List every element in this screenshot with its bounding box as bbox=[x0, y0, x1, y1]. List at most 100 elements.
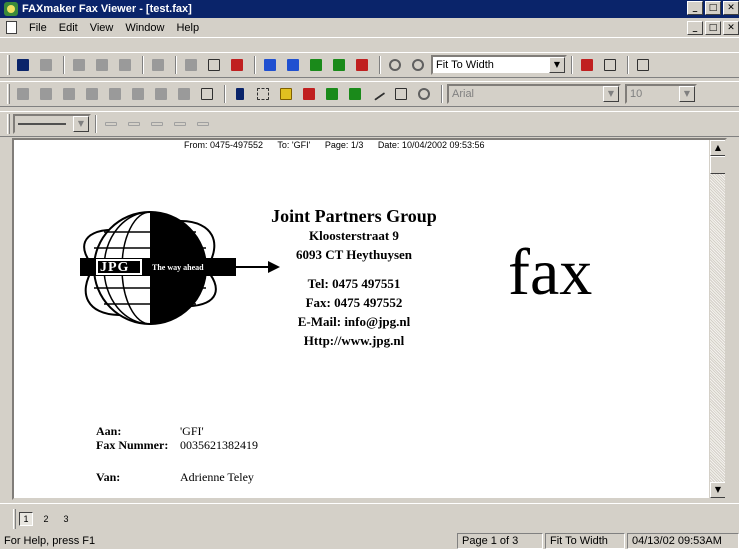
drawing-toolbar: Arial ▼ 10 ▼ bbox=[0, 81, 739, 107]
rotate-right-button[interactable] bbox=[329, 55, 349, 75]
scroll-thumb[interactable] bbox=[710, 156, 725, 174]
child-restore-button[interactable]: □ bbox=[705, 21, 721, 35]
company-web: Http://www.jpg.nl bbox=[303, 333, 405, 348]
format-button-9[interactable] bbox=[197, 84, 217, 104]
line-style-select[interactable]: ▼ bbox=[13, 114, 91, 134]
document-icon[interactable] bbox=[6, 21, 17, 34]
page-tab-2[interactable]: 2 bbox=[39, 512, 53, 526]
minimize-button[interactable]: _ bbox=[687, 1, 703, 15]
format-icon bbox=[86, 88, 98, 100]
highlighter-tool-button[interactable] bbox=[299, 84, 319, 104]
save-as-button[interactable] bbox=[36, 55, 56, 75]
annotate-button[interactable] bbox=[577, 55, 597, 75]
format-button-1[interactable] bbox=[13, 84, 33, 104]
format-button-2[interactable] bbox=[36, 84, 56, 104]
line-end-button-5[interactable] bbox=[193, 114, 213, 134]
line-tool-button[interactable] bbox=[368, 84, 388, 104]
zoom-select[interactable]: Fit To Width ▼ bbox=[431, 55, 567, 75]
van-label: Van: bbox=[96, 470, 121, 484]
maximize-button[interactable]: □ bbox=[705, 1, 721, 15]
cut-button[interactable] bbox=[69, 55, 89, 75]
save-as-icon bbox=[40, 59, 52, 71]
fax-number-label: Fax Nummer: bbox=[96, 438, 169, 452]
save-icon bbox=[17, 59, 29, 71]
pointer-icon bbox=[236, 88, 244, 100]
format-button-7[interactable] bbox=[151, 84, 171, 104]
fit-width-button[interactable] bbox=[283, 55, 303, 75]
select-tool-button[interactable] bbox=[230, 84, 250, 104]
vertical-scrollbar[interactable]: ▲ ▼ bbox=[709, 140, 725, 498]
zoom-out-button[interactable] bbox=[385, 55, 405, 75]
zoom-select-value: Fit To Width bbox=[436, 59, 494, 71]
chevron-down-icon[interactable]: ▼ bbox=[679, 86, 695, 102]
page-tab-3[interactable]: 3 bbox=[59, 512, 73, 526]
line-end-icon bbox=[105, 122, 117, 126]
chevron-down-icon[interactable]: ▼ bbox=[549, 57, 565, 73]
marquee-tool-button[interactable] bbox=[253, 84, 273, 104]
menu-edit[interactable]: Edit bbox=[53, 19, 84, 37]
fit-height-button[interactable] bbox=[260, 55, 280, 75]
app-icon[interactable] bbox=[4, 2, 18, 16]
company-city: 6093 CT Heythuysen bbox=[295, 247, 413, 262]
van-value: Adrienne Teley bbox=[180, 470, 254, 484]
highlighter-icon bbox=[303, 88, 315, 100]
toolbar-grip[interactable] bbox=[7, 114, 10, 134]
close-button[interactable]: ✕ bbox=[723, 1, 739, 15]
pen-tool-button[interactable] bbox=[345, 84, 365, 104]
next-page-button[interactable] bbox=[227, 55, 247, 75]
fit-height-icon bbox=[264, 59, 276, 71]
fax-header-line: From: 0475-497552 To: 'GFI' Page: 1/3 Da… bbox=[184, 140, 497, 150]
line-style-sample bbox=[18, 123, 66, 125]
rotate-left-button[interactable] bbox=[306, 55, 326, 75]
save-button[interactable] bbox=[13, 55, 33, 75]
pan-button[interactable] bbox=[600, 55, 620, 75]
thumbnails-button[interactable] bbox=[633, 55, 653, 75]
rectangle-tool-button[interactable] bbox=[391, 84, 411, 104]
cut-icon bbox=[73, 59, 85, 71]
scroll-up-button[interactable]: ▲ bbox=[710, 140, 725, 156]
format-button-4[interactable] bbox=[82, 84, 102, 104]
ellipse-tool-button[interactable] bbox=[414, 84, 434, 104]
fax-document-view[interactable]: From: 0475-497552 To: 'GFI' Page: 1/3 Da… bbox=[12, 138, 727, 500]
arrow-both-icon bbox=[197, 122, 209, 126]
format-button-5[interactable] bbox=[105, 84, 125, 104]
flip-button[interactable] bbox=[352, 55, 372, 75]
fax-header-to: To: 'GFI' bbox=[277, 140, 311, 150]
page-tab-1[interactable]: 1 bbox=[19, 511, 33, 526]
stamp-tool-button[interactable] bbox=[322, 84, 342, 104]
prev-page-button[interactable] bbox=[181, 55, 201, 75]
fax-header-from: From: 0475-497552 bbox=[184, 140, 264, 150]
format-button-3[interactable] bbox=[59, 84, 79, 104]
company-name: Joint Partners Group bbox=[271, 206, 437, 226]
hand-icon bbox=[604, 59, 616, 71]
line-end-button-1[interactable] bbox=[101, 114, 121, 134]
format-button-8[interactable] bbox=[174, 84, 194, 104]
text-tool-button[interactable] bbox=[276, 84, 296, 104]
page-view-button[interactable] bbox=[204, 55, 224, 75]
logo-text: JPG bbox=[100, 260, 130, 275]
flip-icon bbox=[356, 59, 368, 71]
scroll-down-button[interactable]: ▼ bbox=[710, 482, 725, 498]
menu-window[interactable]: Window bbox=[119, 19, 170, 37]
font-size-select[interactable]: 10 ▼ bbox=[625, 84, 697, 104]
child-minimize-button[interactable]: _ bbox=[687, 21, 703, 35]
toolbar-grip[interactable] bbox=[7, 55, 10, 75]
menu-view[interactable]: View bbox=[84, 19, 120, 37]
format-icon bbox=[201, 88, 213, 100]
paste-button[interactable] bbox=[115, 55, 135, 75]
menu-help[interactable]: Help bbox=[170, 19, 205, 37]
format-button-6[interactable] bbox=[128, 84, 148, 104]
chevron-down-icon[interactable]: ▼ bbox=[603, 86, 619, 102]
child-close-button[interactable]: ✕ bbox=[723, 21, 739, 35]
toolbar-grip[interactable] bbox=[7, 84, 10, 104]
toolbar-grip[interactable] bbox=[13, 508, 16, 529]
copy-button[interactable] bbox=[92, 55, 112, 75]
line-end-button-3[interactable] bbox=[147, 114, 167, 134]
line-end-button-4[interactable] bbox=[170, 114, 190, 134]
line-end-button-2[interactable] bbox=[124, 114, 144, 134]
font-select[interactable]: Arial ▼ bbox=[447, 84, 621, 104]
chevron-down-icon[interactable]: ▼ bbox=[73, 116, 89, 132]
print-button[interactable] bbox=[148, 55, 168, 75]
zoom-in-button[interactable] bbox=[408, 55, 428, 75]
menu-file[interactable]: File bbox=[23, 19, 53, 37]
